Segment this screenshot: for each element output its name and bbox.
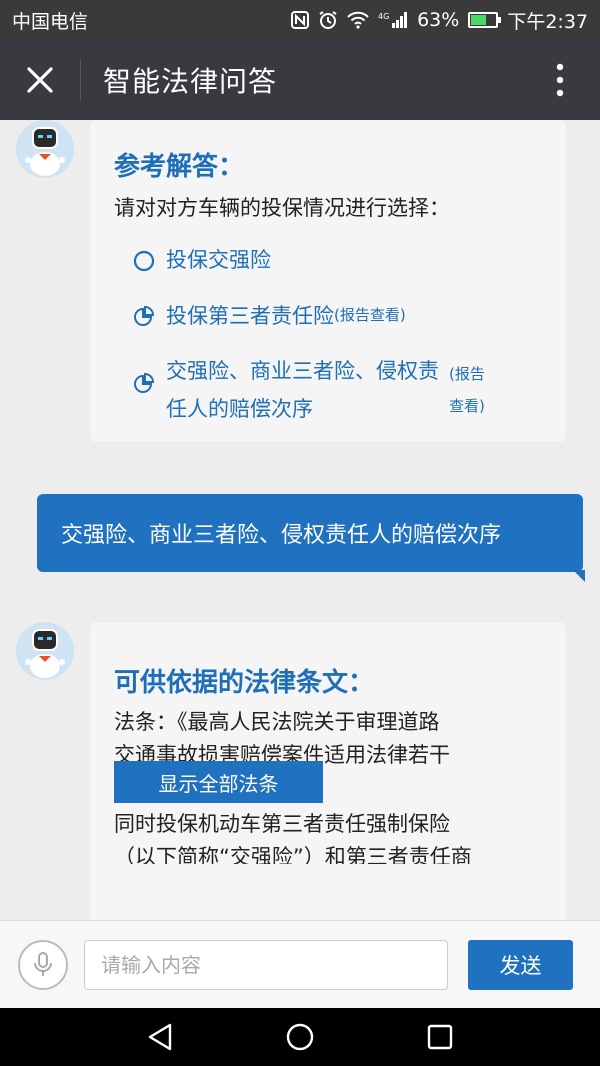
- back-nav-button[interactable]: [135, 1012, 185, 1062]
- send-button[interactable]: 发送: [468, 940, 573, 990]
- recents-nav-button[interactable]: [415, 1012, 465, 1062]
- network-type: 4G: [378, 12, 389, 21]
- voice-input-button[interactable]: [18, 940, 68, 990]
- back-triangle-icon: [148, 1023, 172, 1051]
- home-nav-button[interactable]: [275, 1012, 325, 1062]
- home-circle-icon: [286, 1023, 314, 1051]
- user-message-text: 交强险、商业三者险、侵权责任人的赔偿次序: [61, 523, 502, 548]
- option-label-line2: 任人的赔偿次序: [166, 397, 313, 421]
- law-body-line1: 同时投保机动车第三者责任强制保险: [114, 812, 450, 836]
- option-label-block: 交强险、商业三者险、侵权责 任人的赔偿次序: [166, 352, 439, 428]
- message-input[interactable]: [84, 940, 448, 990]
- show-all-laws-button[interactable]: 显示全部法条: [114, 761, 323, 803]
- user-message-bubble: 交强险、商业三者险、侵权责任人的赔偿次序: [37, 494, 585, 582]
- report-view-note-line2: 查看): [449, 397, 485, 415]
- option-compulsory-insurance[interactable]: 投保交强险: [132, 244, 271, 274]
- robot-icon: [25, 127, 65, 176]
- input-bar: 发送: [0, 920, 600, 1008]
- nfc-icon: [291, 11, 310, 29]
- law-title: 可供依据的法律条文：: [114, 668, 375, 698]
- radio-circle-icon: [133, 250, 155, 272]
- pie-chart-icon: [134, 305, 155, 326]
- battery-icon: [468, 12, 502, 28]
- battery-percent: 63%: [417, 9, 460, 31]
- status-bar: 中国电信 4G 63% 下午2:37: [0, 0, 600, 40]
- alarm-icon: [318, 10, 338, 30]
- title-bar: 智能法律问答: [0, 40, 600, 120]
- robot-icon: [25, 629, 65, 678]
- recents-square-icon: [427, 1024, 453, 1050]
- option-label-line1: 交强险、商业三者险、侵权责: [166, 359, 439, 383]
- cellular-signal-icon: 4G: [378, 11, 408, 29]
- bot-answer-card: 参考解答： 请对对方车辆的投保情况进行选择： 投保交强险 投保第三者责任险 (报…: [90, 120, 566, 442]
- microphone-icon: [34, 952, 52, 976]
- option-compensation-order[interactable]: 交强险、商业三者险、侵权责 任人的赔偿次序 (报告 查看): [132, 352, 552, 428]
- report-view-note[interactable]: (报告查看): [334, 304, 406, 325]
- law-citation-line1: 法条：《最高人民法院关于审理道路: [114, 710, 440, 734]
- system-nav-bar: [0, 1008, 600, 1066]
- bot-avatar: [16, 120, 74, 178]
- report-view-note[interactable]: (报告 查看): [449, 358, 485, 422]
- more-menu-button[interactable]: [520, 40, 600, 120]
- carrier-name: 中国电信: [12, 10, 89, 33]
- option-third-party-insurance[interactable]: 投保第三者责任险 (报告查看): [132, 300, 406, 330]
- law-body-line2: （以下简称“交强险”）和第三者责任商: [114, 845, 472, 864]
- option-label: 投保交强险: [166, 248, 271, 272]
- close-button[interactable]: [0, 40, 80, 120]
- bot-avatar: [16, 622, 74, 680]
- battery-fill: [471, 15, 487, 25]
- wifi-icon: [347, 11, 369, 29]
- law-body-excerpt: 同时投保机动车第三者责任强制保险 （以下简称“交强险”）和第三者责任商: [114, 808, 472, 864]
- report-view-note-line1: (报告: [449, 365, 485, 383]
- answer-prompt: 请对对方车辆的投保情况进行选择：: [114, 196, 450, 220]
- clock: 下午2:37: [507, 10, 588, 33]
- more-vertical-icon: [556, 63, 564, 97]
- pie-chart-icon: [134, 372, 155, 393]
- page-title: 智能法律问答: [103, 65, 278, 98]
- close-icon: [27, 67, 53, 93]
- answer-title: 参考解答：: [114, 152, 245, 182]
- option-label: 投保第三者责任险: [166, 304, 334, 328]
